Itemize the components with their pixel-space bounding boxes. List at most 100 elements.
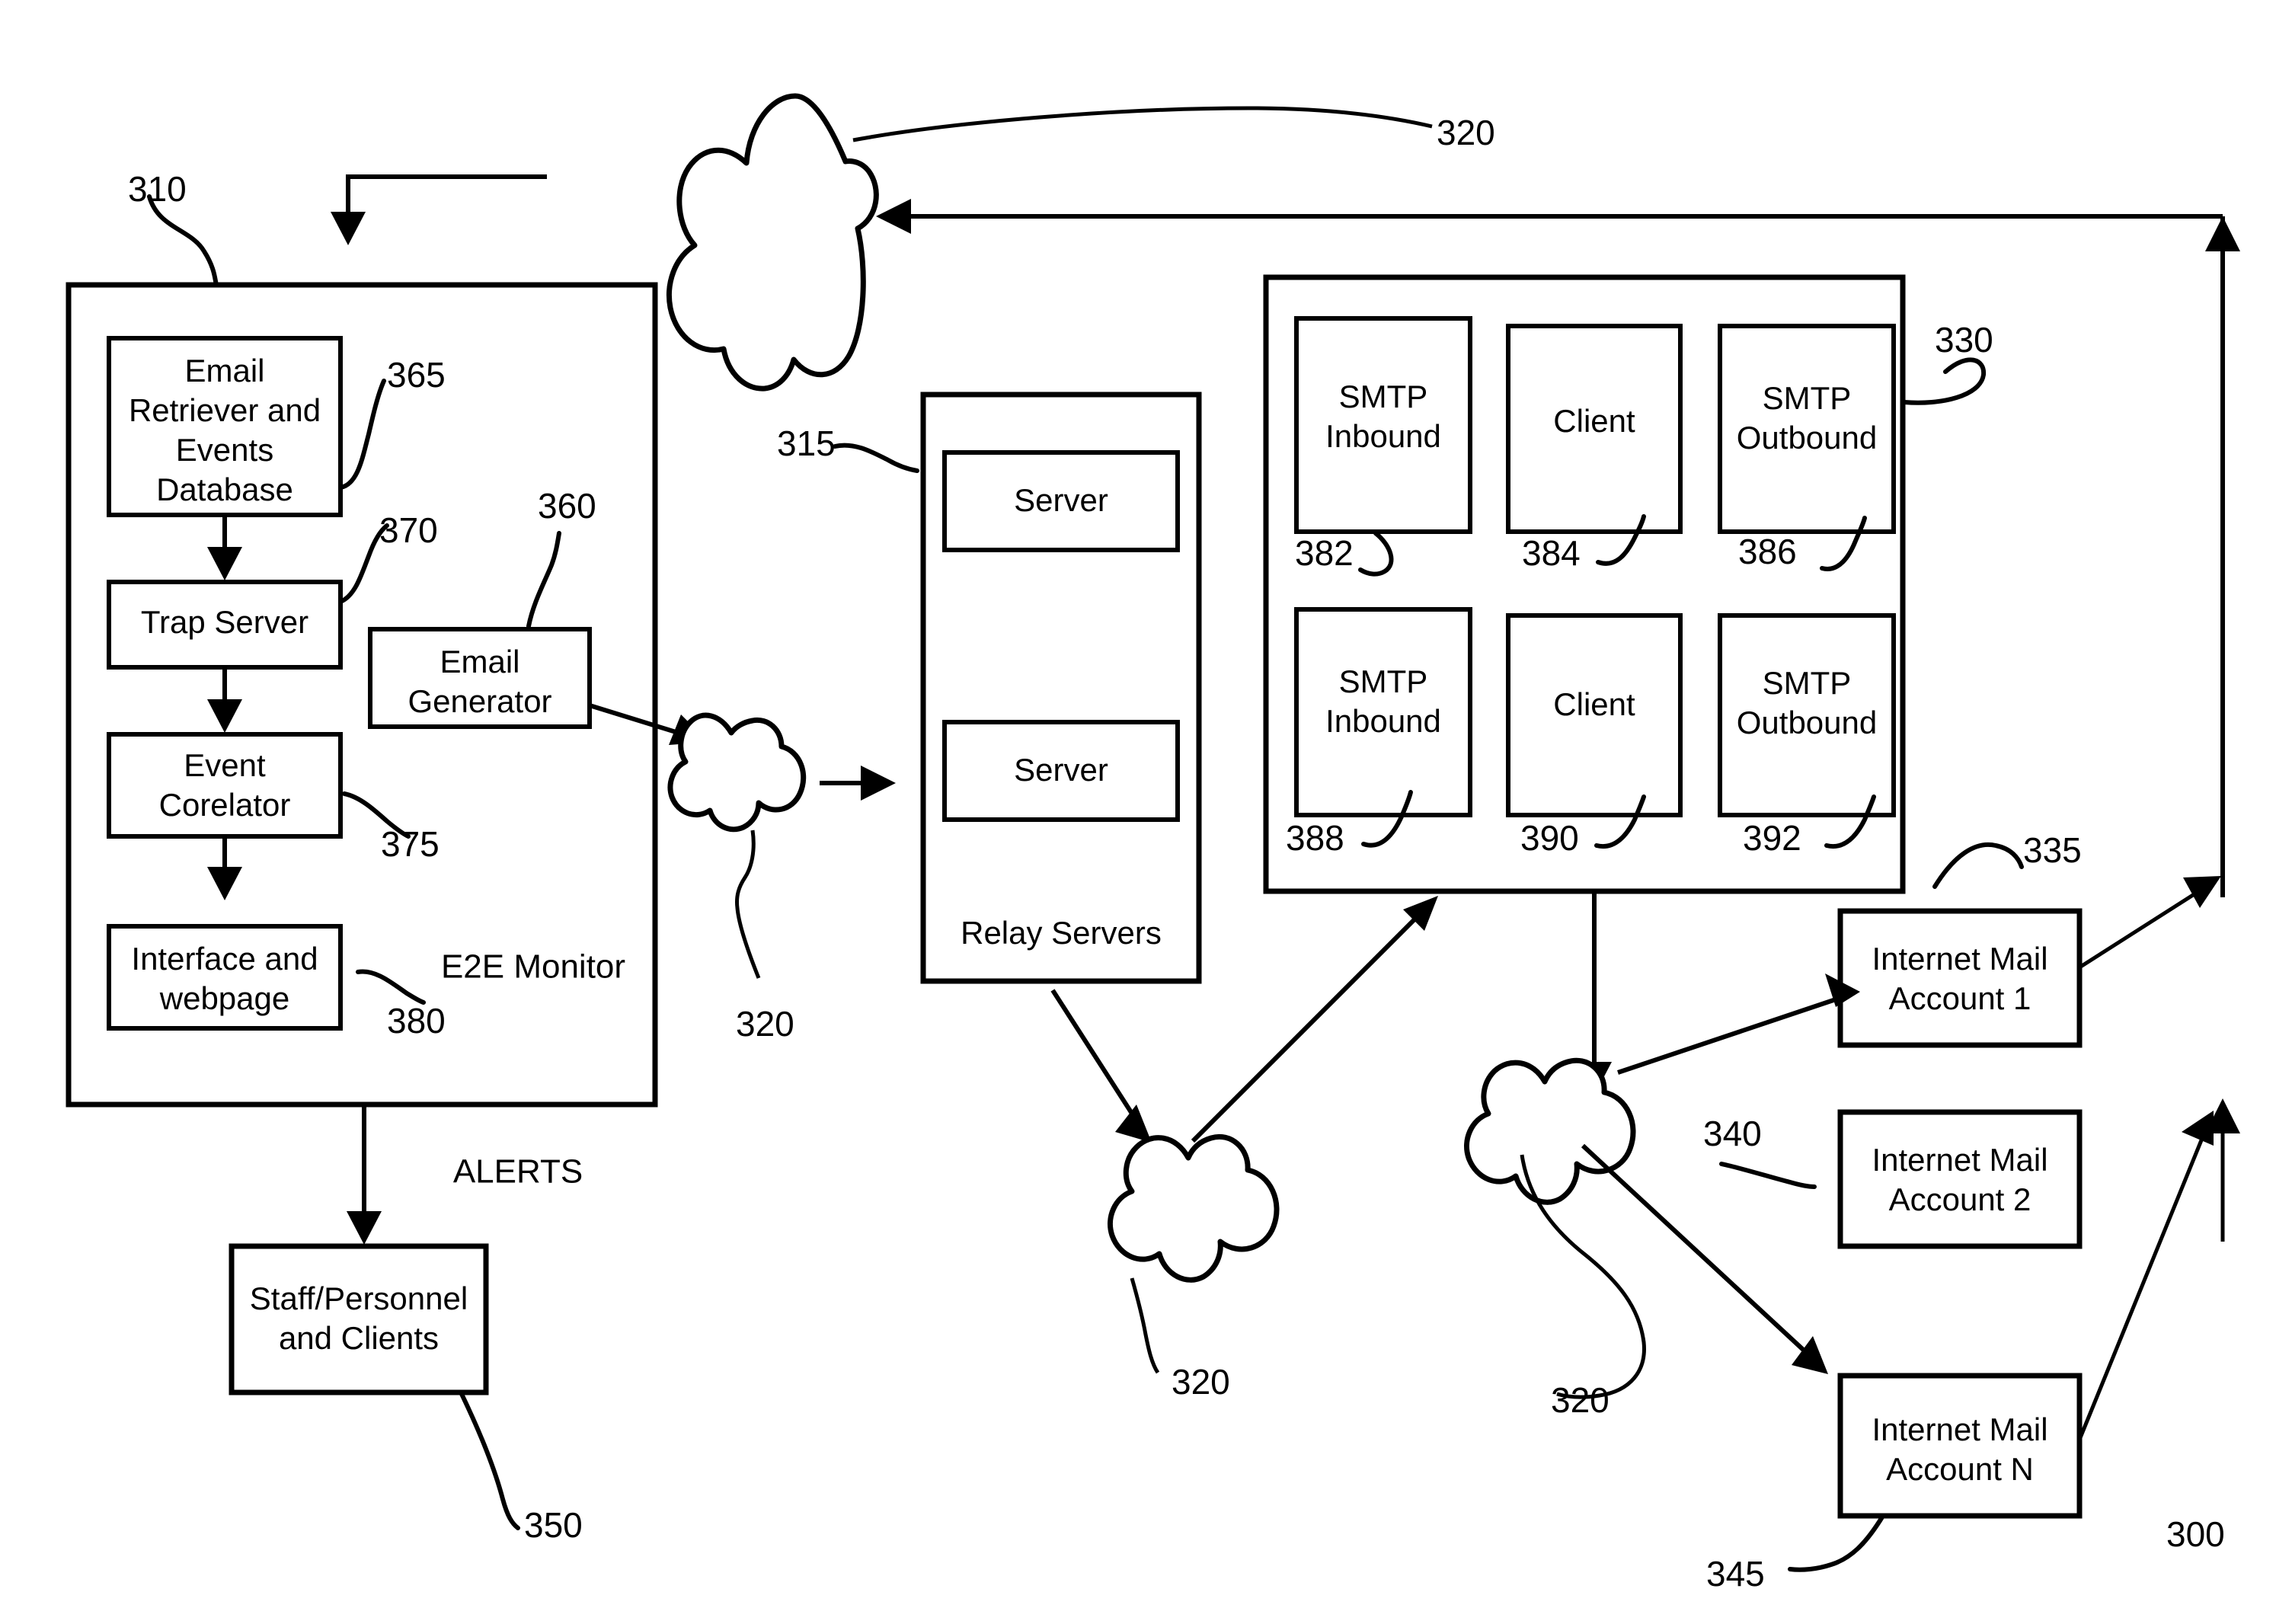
smtp-outbound-1-line-2: Outbound — [1737, 420, 1878, 456]
email-generator-line-1: Email — [440, 644, 519, 679]
interface-webpage-line-2: webpage — [159, 980, 289, 1016]
arrow-trap-to-corelator-head — [207, 699, 242, 733]
account-N-line-1: Internet Mail — [1872, 1411, 2047, 1447]
event-corelator-line-1: Event — [184, 747, 266, 783]
relay-servers-title: Relay Servers — [961, 915, 1162, 951]
account-N-line-2: Account N — [1886, 1451, 2034, 1487]
mail-system-box — [1263, 274, 1906, 894]
account-2-line-1: Internet Mail — [1872, 1142, 2047, 1178]
ref-350: 350 — [524, 1505, 583, 1545]
leader-390 — [1594, 794, 1646, 849]
ref-360: 360 — [538, 486, 596, 526]
ref-320-bottom-right: 320 — [1551, 1380, 1610, 1420]
arrow-cloud-to-mailsystem-line — [1191, 912, 1422, 1143]
cloud-center-left — [667, 712, 807, 833]
ref-330: 330 — [1935, 320, 1993, 360]
leader-382 — [1358, 531, 1394, 577]
arrow-generator-to-cloud-line — [589, 703, 686, 737]
leader-320-center-left — [735, 830, 761, 979]
leader-380 — [356, 969, 426, 1005]
event-corelator-line-2: Corelator — [159, 787, 291, 823]
ref-320-top: 320 — [1437, 113, 1495, 152]
smtp-inbound-2-line-2: Inbound — [1325, 703, 1441, 739]
staff-clients-box — [229, 1243, 489, 1395]
relay-server-2-label: Server — [1014, 752, 1108, 788]
ref-310: 310 — [128, 169, 187, 209]
arrow-accountN-to-riser-line — [2077, 1136, 2205, 1440]
email-generator-line-2: Generator — [408, 683, 551, 719]
leader-392 — [1824, 794, 1876, 849]
arrow-account1-to-riser-line — [2078, 887, 2203, 970]
smtp-inbound-2-line-1: SMTP — [1339, 663, 1428, 699]
alerts-label: ALERTS — [453, 1153, 583, 1191]
account-1-line-2: Account 1 — [1889, 980, 2031, 1016]
smtp-outbound-1-line-1: SMTP — [1763, 380, 1852, 416]
ref-320-bottom-center: 320 — [1172, 1362, 1230, 1402]
ref-300: 300 — [2166, 1514, 2225, 1554]
account-2-line-2: Account 2 — [1889, 1181, 2031, 1217]
leader-310 — [147, 194, 219, 287]
smtp-inbound-1-line-1: SMTP — [1339, 379, 1428, 414]
ref-365: 365 — [387, 355, 446, 395]
leader-365 — [338, 379, 386, 490]
leader-320-bottom-center — [1130, 1277, 1160, 1374]
leader-345 — [1788, 1514, 1885, 1572]
email-retriever-line-4: Database — [156, 472, 293, 507]
arrow-relay-to-cloud-line — [1050, 989, 1137, 1120]
email-retriever-line-2: Retriever and — [129, 392, 321, 428]
leader-360 — [526, 531, 561, 628]
staff-clients-line-2: and Clients — [279, 1320, 439, 1356]
client-1-label: Client — [1553, 403, 1635, 439]
arrow-account1-to-riser-head — [2183, 876, 2221, 908]
relay-server-1-label: Server — [1014, 482, 1108, 518]
internet-mail-account-1-box — [1837, 908, 2083, 1048]
cloud-top — [667, 93, 879, 392]
leader-335 — [1932, 842, 2024, 889]
ref-340: 340 — [1703, 1114, 1762, 1153]
arrow-retriever-to-trap-head — [207, 547, 242, 580]
patent-figure-page: 310 Email Retriever and Events Database … — [0, 0, 2292, 1624]
interface-webpage-line-1: Interface and — [131, 941, 318, 977]
return-path-riser-head — [2205, 216, 2240, 251]
ref-370: 370 — [379, 510, 438, 550]
arrow-into-monitor-line — [346, 174, 547, 229]
arrow-cloud-to-account1-line — [1617, 997, 1836, 1075]
arrow-return-to-cloud-head — [876, 199, 911, 234]
arrow-cloud-to-relay-head — [861, 766, 896, 801]
smtp-outbound-2-line-2: Outbound — [1737, 705, 1878, 740]
ref-320-center-left: 320 — [736, 1004, 794, 1044]
ref-386: 386 — [1738, 532, 1797, 571]
arrow-alerts-head — [347, 1211, 382, 1245]
leader-330 — [1902, 357, 1987, 405]
ref-388: 388 — [1286, 818, 1344, 858]
arrow-relay-to-cloud-head — [1115, 1105, 1152, 1143]
internet-mail-account-2-box — [1837, 1109, 2083, 1249]
ref-375: 375 — [381, 824, 440, 864]
ref-392: 392 — [1743, 818, 1801, 858]
cloud-bottom-right — [1464, 1057, 1636, 1205]
leader-384 — [1596, 514, 1646, 566]
arrow-into-monitor-head — [331, 212, 366, 245]
leader-386 — [1820, 516, 1867, 571]
trap-server-label: Trap Server — [141, 604, 308, 640]
arrow-corelator-to-interface-head — [207, 867, 242, 900]
email-retriever-line-3: Events — [176, 432, 273, 468]
ref-335: 335 — [2023, 830, 2082, 870]
ref-380: 380 — [387, 1001, 446, 1041]
arrow-accountN-to-riser-head — [2182, 1111, 2214, 1146]
leader-388 — [1361, 790, 1413, 848]
leader-350 — [459, 1392, 520, 1530]
smtp-inbound-1-line-2: Inbound — [1325, 418, 1441, 454]
leader-340 — [1719, 1162, 1817, 1189]
email-retriever-line-1: Email — [184, 353, 264, 388]
e2e-monitor-label: E2E Monitor — [441, 948, 625, 986]
account-1-line-1: Internet Mail — [1872, 941, 2047, 977]
diagram-canvas: 310 Email Retriever and Events Database … — [66, 93, 2240, 1594]
ref-390: 390 — [1520, 818, 1579, 858]
ref-384: 384 — [1522, 533, 1581, 573]
ref-345: 345 — [1706, 1554, 1765, 1594]
leader-315 — [833, 443, 919, 473]
staff-clients-line-1: Staff/Personnel — [250, 1280, 468, 1316]
client-2-label: Client — [1553, 686, 1635, 722]
ref-382: 382 — [1295, 533, 1354, 573]
